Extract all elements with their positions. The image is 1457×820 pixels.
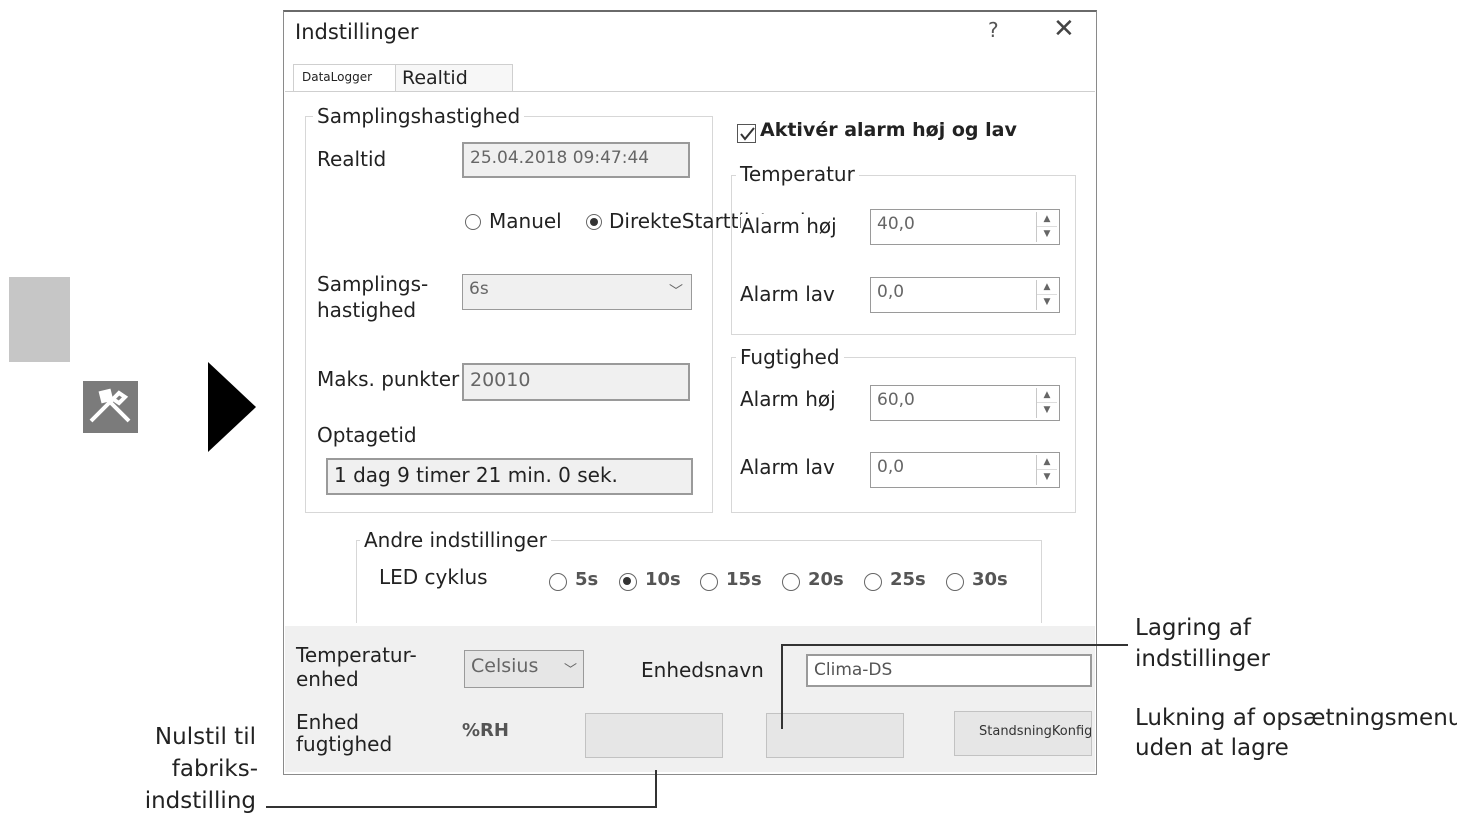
temp-high-value: 40,0 (877, 214, 915, 234)
sampling-rate-value: 6s (469, 279, 489, 299)
hum-high-value: 60,0 (877, 390, 915, 410)
alarm-enable-label: Aktivér alarm høj og lav (760, 119, 1017, 141)
hum-low-field[interactable]: 0,0 ▲ ▼ (870, 452, 1060, 488)
device-name-label: Enhedsnavn (641, 658, 764, 682)
radio-direct-start[interactable] (586, 214, 602, 230)
duration-field: 1 dag 9 timer 21 min. 0 sek. (326, 458, 693, 495)
led-option-radio[interactable] (549, 573, 567, 591)
hum-unit-label-2: fugtighed (296, 732, 393, 756)
dialog-title: Indstillinger (295, 20, 419, 44)
spin-down-icon: ▼ (1043, 405, 1051, 415)
sampling-rate-label-1: Samplings- (317, 272, 429, 296)
temp-low-label: Alarm lav (740, 282, 835, 306)
chevron-down-icon: ﹀ (669, 284, 683, 300)
close-without-save-button[interactable]: StandsningKonfigureringNulstilling (954, 711, 1092, 756)
led-option-label: 25s (890, 569, 926, 590)
radio-manual-label: Manuel (489, 209, 562, 233)
led-option-label: 10s (645, 569, 681, 590)
led-option-radio[interactable] (864, 573, 882, 591)
temperature-group-label: Temperatur (736, 162, 859, 186)
humidity-group (731, 357, 1076, 513)
led-cycle-label: LED cyklus (379, 565, 488, 589)
close-button-label: StandsningKonfigureringNulstilling (979, 724, 1092, 739)
temp-low-value: 0,0 (877, 282, 905, 302)
callout-reset-line-v (655, 770, 657, 808)
temp-unit-label-2: enhed (296, 667, 359, 691)
temp-high-spinner[interactable]: ▲ ▼ (1036, 212, 1057, 242)
callout-save-line-h (781, 644, 1128, 646)
save-settings-button[interactable] (766, 713, 904, 758)
chevron-down-icon: ﹀ (563, 663, 577, 678)
spin-down-icon: ▼ (1043, 297, 1051, 307)
grey-block (9, 277, 70, 362)
callout-close-2: uden at lagre (1135, 735, 1289, 761)
help-button[interactable]: ? (988, 18, 999, 42)
callout-reset-3: indstilling (144, 788, 256, 814)
callout-reset-2: fabriks- (171, 756, 258, 782)
hum-low-label: Alarm lav (740, 455, 835, 479)
device-name-field[interactable]: Clima-DS (806, 654, 1092, 687)
temp-high-field[interactable]: 40,0 ▲ ▼ (870, 209, 1060, 245)
sampling-rate-select[interactable]: 6s ﹀ (462, 274, 692, 310)
tab-realtid-label: Realtid (402, 67, 468, 89)
hum-high-spinner[interactable]: ▲ ▼ (1036, 388, 1057, 418)
humidity-group-label: Fugtighed (736, 345, 844, 369)
hum-low-value: 0,0 (877, 457, 905, 477)
close-icon[interactable]: ✕ (1053, 14, 1075, 44)
sampling-rate-label-2: hastighed (317, 298, 417, 322)
hum-high-field[interactable]: 60,0 ▲ ▼ (870, 385, 1060, 421)
reset-factory-button[interactable] (585, 713, 723, 758)
callout-reset-1: Nulstil til (154, 724, 256, 750)
temp-low-field[interactable]: 0,0 ▲ ▼ (870, 277, 1060, 313)
spin-down-icon: ▼ (1043, 229, 1051, 239)
alarm-enable-checkbox[interactable] (737, 124, 756, 143)
duration-label: Optagetid (317, 423, 417, 447)
max-points-label: Maks. punkter (317, 367, 460, 391)
temp-unit-label-1: Temperatur- (296, 643, 417, 667)
led-option-label: 20s (808, 569, 844, 590)
led-option-label: 15s (726, 569, 762, 590)
callout-save-2: indstillinger (1135, 646, 1270, 672)
realtime-label: Realtid (317, 147, 387, 171)
tab-datalogger-label: DataLogger (302, 70, 373, 84)
sampling-group-label: Samplingshastighed (313, 104, 525, 128)
callout-close-1: Lukning af opsætningsmenu (1135, 705, 1457, 731)
led-option-label: 5s (575, 569, 599, 590)
led-option-label: 30s (972, 569, 1008, 590)
temp-unit-value: Celsius (471, 655, 539, 677)
led-option-radio[interactable] (946, 573, 964, 591)
temp-low-spinner[interactable]: ▲ ▼ (1036, 280, 1057, 310)
spin-up-icon: ▲ (1037, 455, 1057, 470)
led-option-radio[interactable] (619, 573, 637, 591)
realtime-field: 25.04.2018 09:47:44 (462, 142, 690, 178)
hum-low-spinner[interactable]: ▲ ▼ (1036, 455, 1057, 485)
hum-unit-label-1: Enhed (296, 710, 359, 734)
tab-datalogger[interactable]: DataLogger (293, 64, 397, 92)
temp-unit-select[interactable]: Celsius ﹀ (464, 650, 584, 688)
callout-save-1: Lagring af (1135, 615, 1252, 641)
other-settings-label: Andre indstillinger (360, 528, 551, 552)
led-option-radio[interactable] (700, 573, 718, 591)
tools-icon (83, 381, 138, 433)
max-points-field: 20010 (462, 363, 690, 401)
spin-up-icon: ▲ (1037, 212, 1057, 227)
tab-realtid[interactable]: Realtid (395, 64, 513, 92)
arrow-right-icon (208, 362, 256, 456)
led-option-radio[interactable] (782, 573, 800, 591)
callout-save-line-v (781, 644, 783, 729)
hum-high-label: Alarm høj (740, 387, 836, 411)
radio-manual[interactable] (465, 214, 481, 230)
spin-down-icon: ▼ (1043, 472, 1051, 482)
callout-reset-line-h (266, 806, 657, 808)
hum-unit-value: %RH (462, 720, 509, 741)
spin-up-icon: ▲ (1037, 388, 1057, 403)
spin-up-icon: ▲ (1037, 280, 1057, 295)
temp-high-label: Alarm høj (741, 214, 837, 238)
